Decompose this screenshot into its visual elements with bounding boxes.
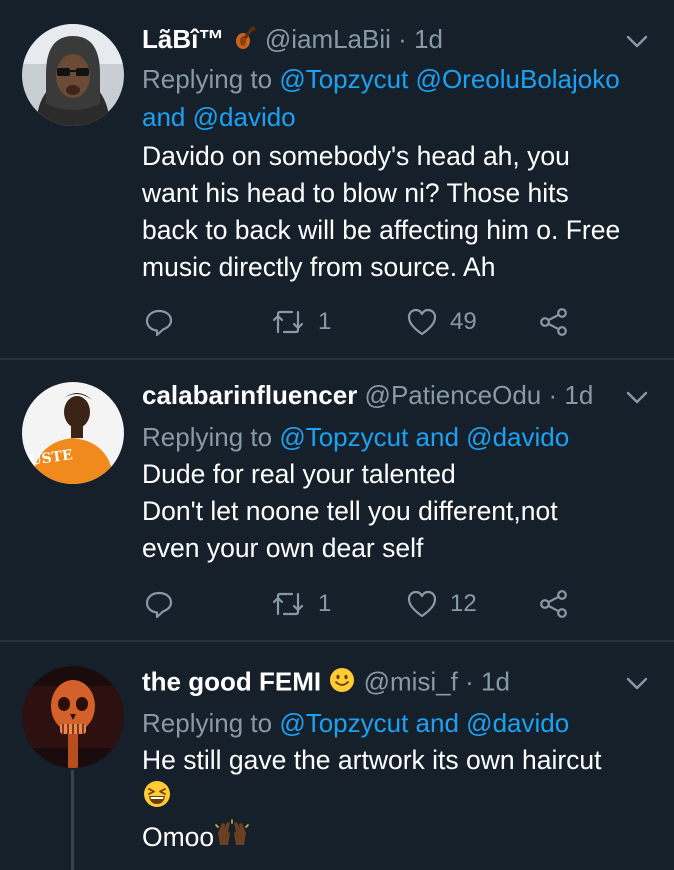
mention-joiner: and — [415, 422, 459, 452]
grinning-squinting-face-emoji — [142, 779, 172, 819]
avatar[interactable] — [22, 666, 124, 768]
tweet-text-line: Davido on somebody's head ah, you — [142, 141, 570, 171]
thread-connector-line — [71, 770, 74, 870]
retweet-icon — [272, 592, 304, 616]
tweet-text-line: Omoo — [142, 819, 662, 859]
like-button[interactable]: 49 — [406, 304, 477, 340]
replying-to: Replying to @Topzycut @OreoluBolajoko an… — [142, 60, 662, 136]
reply-icon — [145, 591, 173, 619]
mention-joiner: and — [142, 102, 186, 132]
avatar[interactable]: USTE — [22, 382, 124, 484]
mention-link[interactable]: @Topzycut — [279, 422, 408, 452]
replying-to-label: Replying to — [142, 64, 280, 94]
retweet-button[interactable]: 1 — [270, 586, 331, 622]
tweet-actions: 1 12 — [142, 586, 612, 622]
replying-to-label: Replying to — [142, 708, 280, 738]
tweet-card[interactable]: USTE calabarinfluencer @PatienceOdu · 1d… — [0, 360, 674, 640]
retweet-icon — [272, 310, 304, 334]
retweet-button[interactable]: 1 — [270, 304, 331, 340]
like-count: 49 — [450, 308, 477, 335]
replying-to-label: Replying to — [142, 422, 280, 452]
tweet-header: LãBî™ @iamLaBii · 1d — [142, 24, 443, 58]
violin-emoji — [232, 25, 258, 58]
reply-button[interactable] — [144, 586, 174, 622]
timestamp[interactable]: 1d — [564, 380, 593, 410]
share-icon — [540, 308, 567, 336]
tweet-text: He still gave the artwork its own haircu… — [142, 742, 662, 859]
replying-to: Replying to @Topzycut and @davido — [142, 704, 662, 742]
tweet-text-line: Dude for real your talented — [142, 459, 456, 489]
mention-link[interactable]: @OreoluBolajoko — [416, 64, 620, 94]
heart-icon — [407, 590, 437, 618]
tweet-card[interactable]: LãBî™ @iamLaBii · 1d Replying to @Topzyc… — [0, 0, 674, 358]
chevron-down-icon[interactable] — [622, 668, 652, 698]
reply-icon — [145, 309, 173, 337]
retweet-count: 1 — [318, 590, 332, 617]
tweet-text-line: back to back will be affecting him o. Fr… — [142, 215, 621, 245]
separator-dot: · — [465, 666, 474, 697]
tweet-header: calabarinfluencer @PatienceOdu · 1d — [142, 380, 593, 411]
tweet-text-line: Don't let noone tell you different,not — [142, 496, 558, 526]
retweet-count: 1 — [318, 308, 332, 335]
mention-joiner: and — [415, 708, 459, 738]
share-button[interactable] — [538, 586, 570, 622]
display-name[interactable]: the good FEMI — [142, 666, 321, 696]
mention-link[interactable]: @davido — [193, 102, 296, 132]
like-button[interactable]: 12 — [406, 586, 477, 622]
mention-link[interactable]: @davido — [466, 708, 569, 738]
share-button[interactable] — [538, 304, 570, 340]
user-handle[interactable]: @iamLaBii — [265, 24, 391, 54]
tweet-text: Dude for real your talented Don't let no… — [142, 456, 662, 567]
tweet-text-line: even your own dear self — [142, 533, 424, 563]
tweet-text: Davido on somebody's head ah, you want h… — [142, 138, 662, 286]
reply-button[interactable] — [144, 304, 174, 340]
share-icon — [540, 590, 567, 618]
replying-to: Replying to @Topzycut and @davido — [142, 418, 662, 456]
timestamp[interactable]: 1d — [414, 24, 443, 54]
tweet-text-line: want his head to blow ni? Those hits — [142, 178, 569, 208]
heart-icon — [407, 308, 437, 336]
mention-link[interactable]: @davido — [466, 422, 569, 452]
tweet-text-word: Omoo — [142, 822, 215, 852]
tweet-text-line: He still gave the artwork its own haircu… — [142, 745, 602, 775]
tweet-actions: 1 49 — [142, 304, 612, 340]
timestamp[interactable]: 1d — [481, 666, 510, 696]
tweet-card[interactable]: the good FEMI @misi_f · 1d Replying to @… — [0, 642, 674, 870]
tweet-text-line: music directly from source. Ah — [142, 252, 496, 282]
chevron-down-icon[interactable] — [622, 26, 652, 56]
display-name[interactable]: LãBî™ — [142, 24, 224, 54]
display-name[interactable]: calabarinfluencer — [142, 380, 357, 410]
mention-link[interactable]: @Topzycut — [279, 708, 408, 738]
separator-dot: · — [398, 24, 407, 54]
avatar[interactable] — [22, 24, 124, 126]
separator-dot: · — [548, 380, 558, 410]
reply-feed: LãBî™ @iamLaBii · 1d Replying to @Topzyc… — [0, 0, 674, 870]
user-handle[interactable]: @misi_f — [364, 666, 458, 696]
tweet-header: the good FEMI @misi_f · 1d — [142, 666, 510, 701]
like-count: 12 — [450, 590, 477, 617]
smiling-face-emoji — [328, 666, 356, 701]
mention-link[interactable]: @Topzycut — [279, 64, 408, 94]
raising-hands-emoji — [214, 819, 250, 859]
tweet-text-line — [142, 779, 662, 819]
chevron-down-icon[interactable] — [622, 382, 652, 412]
user-handle[interactable]: @PatienceOdu — [365, 380, 542, 410]
